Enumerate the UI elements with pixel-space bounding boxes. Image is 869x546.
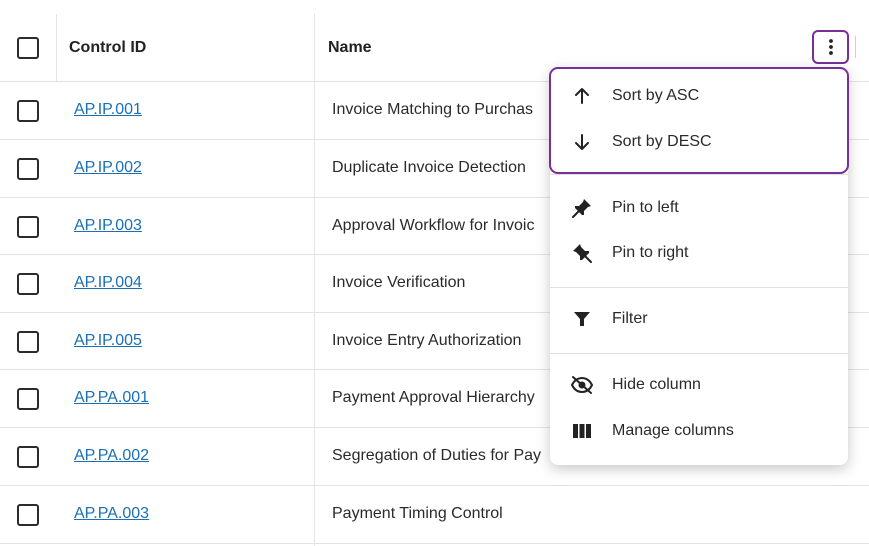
- control-name: Invoice Matching to Purchas: [332, 101, 533, 118]
- menu-item-manage-columns[interactable]: Manage columns: [550, 409, 848, 453]
- row-checkbox[interactable]: [17, 388, 39, 410]
- menu-item-label: Pin to left: [612, 199, 679, 216]
- column-separator[interactable]: [855, 36, 856, 58]
- filter-icon: [570, 307, 594, 331]
- menu-item-label: Hide column: [612, 376, 701, 393]
- sort-options-focus-ring: [549, 67, 849, 174]
- menu-divider: [550, 287, 848, 288]
- data-grid: Control ID Name AP.IP.001 Invoice Matchi…: [0, 0, 869, 546]
- menu-item-filter[interactable]: Filter: [550, 297, 848, 341]
- menu-item-pin-right[interactable]: Pin to right: [550, 231, 848, 275]
- row-checkbox[interactable]: [17, 504, 39, 526]
- column-header-control-id[interactable]: Control ID: [69, 14, 146, 82]
- control-id-link[interactable]: AP.IP.002: [74, 159, 142, 177]
- pin-left-icon: [570, 196, 594, 220]
- column-menu-button[interactable]: [812, 30, 849, 64]
- columns-icon: [570, 419, 594, 443]
- pin-right-icon: [570, 241, 594, 265]
- menu-item-pin-left[interactable]: Pin to left: [550, 186, 848, 230]
- row-checkbox[interactable]: [17, 273, 39, 295]
- menu-divider: [550, 174, 848, 175]
- menu-divider: [550, 353, 848, 354]
- control-name: Payment Timing Control: [332, 505, 503, 522]
- control-id-link[interactable]: AP.PA.003: [74, 505, 149, 523]
- control-name: Approval Workflow for Invoic: [332, 217, 535, 234]
- column-separator: [56, 14, 57, 82]
- control-name: Duplicate Invoice Detection: [332, 159, 526, 176]
- control-name: Invoice Verification: [332, 274, 466, 291]
- control-name: Payment Approval Hierarchy: [332, 389, 535, 406]
- row-checkbox[interactable]: [17, 446, 39, 468]
- eye-off-icon: [570, 373, 594, 397]
- select-all-checkbox[interactable]: [17, 37, 39, 59]
- menu-item-label: Manage columns: [612, 422, 734, 439]
- table-row[interactable]: AP.PA.003 Payment Timing Control: [0, 486, 869, 544]
- menu-item-label: Pin to right: [612, 244, 689, 261]
- kebab-icon: [828, 39, 833, 55]
- row-checkbox[interactable]: [17, 100, 39, 122]
- row-checkbox[interactable]: [17, 216, 39, 238]
- control-id-link[interactable]: AP.PA.001: [74, 389, 149, 407]
- control-name: Invoice Entry Authorization: [332, 332, 522, 349]
- control-name: Segregation of Duties for Pay: [332, 447, 542, 464]
- control-id-link[interactable]: AP.IP.005: [74, 332, 142, 350]
- control-id-link[interactable]: AP.IP.003: [74, 217, 142, 235]
- row-checkbox[interactable]: [17, 158, 39, 180]
- control-id-link[interactable]: AP.IP.001: [74, 101, 142, 119]
- menu-item-hide-column[interactable]: Hide column: [550, 363, 848, 407]
- control-id-link[interactable]: AP.PA.002: [74, 447, 149, 465]
- control-id-link[interactable]: AP.IP.004: [74, 274, 142, 292]
- column-header-name[interactable]: Name: [328, 14, 372, 82]
- menu-item-label: Filter: [612, 310, 648, 327]
- row-checkbox[interactable]: [17, 331, 39, 353]
